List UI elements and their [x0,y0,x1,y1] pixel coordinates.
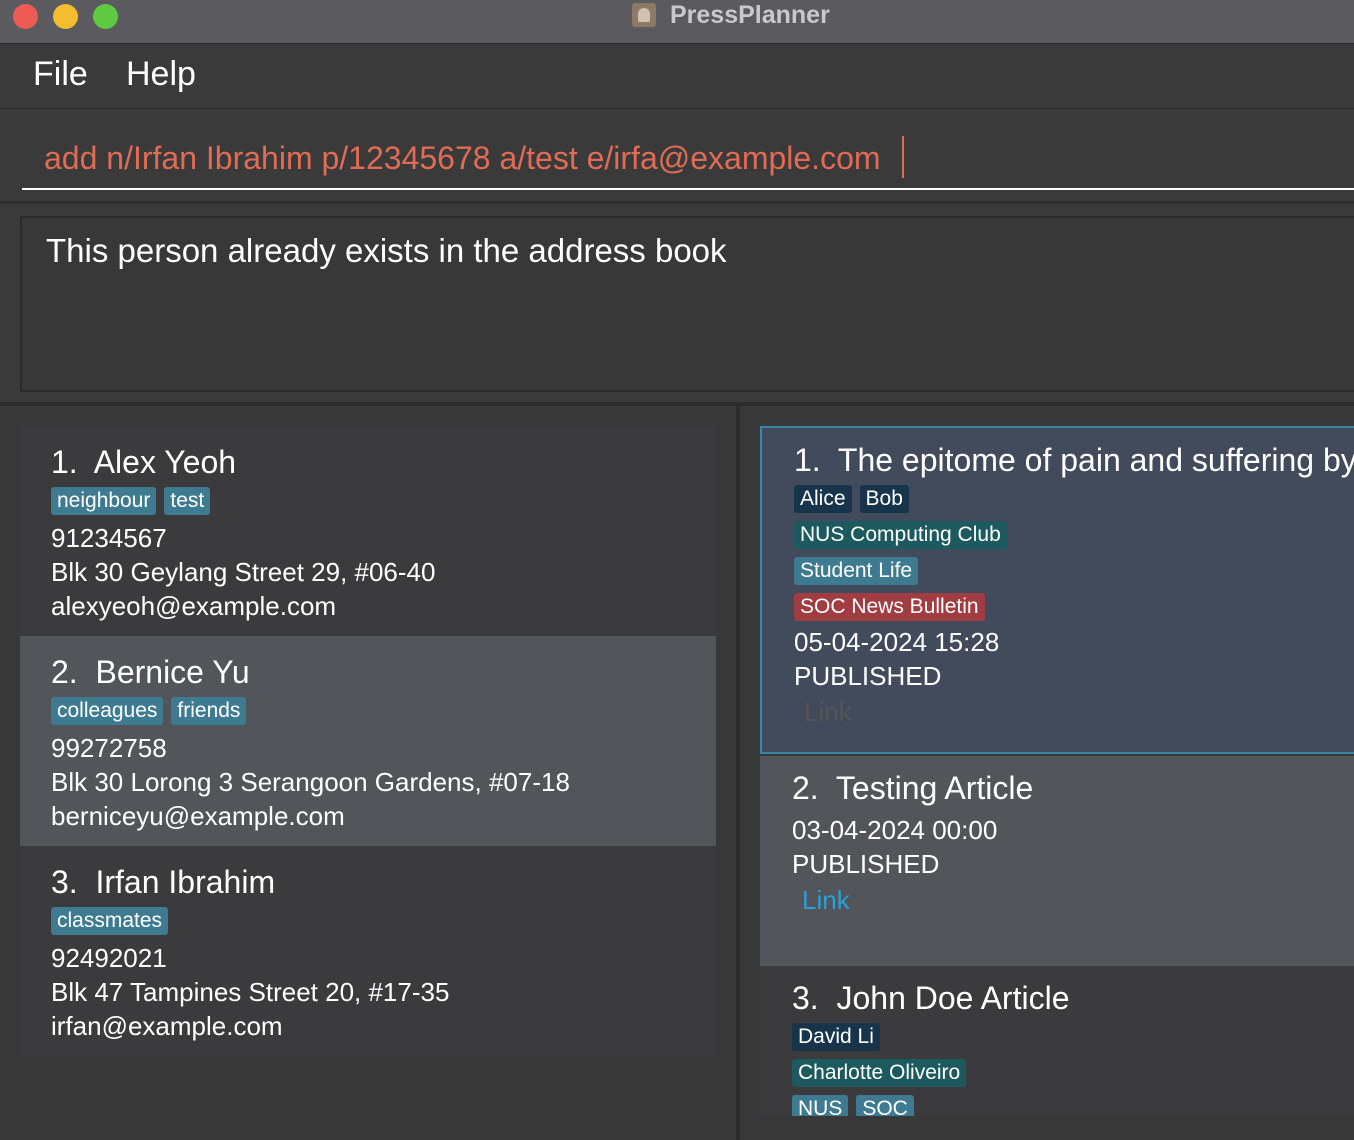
article-title: Testing Article [835,770,1034,806]
app-icon [632,3,656,27]
article-card[interactable]: 2. Testing Article 03-04-2024 00:00 PUBL… [760,756,1354,966]
article-index: 3. [792,980,819,1016]
article-status: PUBLISHED [792,849,940,879]
source-tags: Charlotte Oliveiro [792,1059,967,1087]
author-tags: David Li [792,1023,880,1051]
article-title: John Doe Article [836,980,1070,1016]
person-phone: 92492021 [51,943,167,973]
category-tags: NUS SOC [792,1095,914,1116]
author-badge: Alice [794,485,852,513]
person-email: berniceyu@example.com [51,801,345,831]
outlet-tags: SOC News Bulletin [794,593,985,621]
person-tags: classmates [51,907,716,935]
tag-badge: friends [171,697,247,725]
person-name-row: 1. Alex Yeoh [51,444,716,481]
article-card-selected[interactable]: 1. The epitome of pain and suffering by … [760,426,1354,754]
text-cursor [902,136,904,178]
person-address: Blk 30 Lorong 3 Serangoon Gardens, #07-1… [51,767,570,797]
person-name: Irfan Ibrahim [95,864,276,900]
person-tags: neighbour test [51,487,716,515]
menu-file[interactable]: File [33,55,88,94]
source-tags: NUS Computing Club [794,521,1007,549]
tag-badge: neighbour [51,487,157,515]
person-index: 2. [51,654,78,690]
article-list-panel[interactable]: 1. The epitome of pain and suffering by … [740,406,1354,1140]
person-phone: 91234567 [51,523,167,553]
outlet-badge: SOC News Bulletin [794,593,985,621]
person-card[interactable]: 2. Bernice Yu colleagues friends 9927275… [20,636,716,846]
maximize-window-button[interactable] [93,4,118,29]
article-title-row: 2. Testing Article [792,770,1354,807]
source-badge: Charlotte Oliveiro [792,1059,967,1087]
article-tags: David Li Charlotte Oliveiro NUS SOC [792,1023,1354,1116]
category-badge: SOC [856,1095,914,1116]
result-display: This person already exists in the addres… [20,216,1354,392]
article-link[interactable]: Link [804,697,1354,728]
person-name: Bernice Yu [95,654,250,690]
person-address: Blk 30 Geylang Street 29, #06-40 [51,557,436,587]
person-index: 3. [51,864,78,900]
person-email: irfan@example.com [51,1011,283,1041]
person-card[interactable]: 3. Irfan Ibrahim classmates 92492021 Blk… [20,846,716,1056]
person-phone: 99272758 [51,733,167,763]
article-title-row: 1. The epitome of pain and suffering by … [794,442,1354,479]
close-window-button[interactable] [13,4,38,29]
person-name-row: 2. Bernice Yu [51,654,716,691]
person-tags: colleagues friends [51,697,716,725]
menu-help[interactable]: Help [126,55,196,94]
article-date: 03-04-2024 00:00 [792,815,998,845]
command-input[interactable] [22,128,1354,190]
person-email: alexyeoh@example.com [51,591,337,621]
author-badge: David Li [792,1023,880,1051]
category-badge: Student Life [794,557,919,585]
command-box [0,110,1354,204]
article-title: The epitome of pain and suffering by NUS [837,442,1354,478]
tag-badge: colleagues [51,697,164,725]
person-name-row: 3. Irfan Ibrahim [51,864,716,901]
window-title: PressPlanner [670,0,830,29]
article-status: PUBLISHED [794,661,942,691]
article-title-row: 3. John Doe Article [792,980,1354,1017]
article-date: 05-04-2024 15:28 [794,627,1000,657]
category-tags: Student Life [794,557,919,585]
article-link[interactable]: Link [802,885,1354,916]
person-list-panel[interactable]: 1. Alex Yeoh neighbour test 91234567 Blk… [0,406,736,1140]
article-index: 2. [792,770,819,806]
window-titlebar: PressPlanner [0,0,1354,44]
person-address: Blk 47 Tampines Street 20, #17-35 [51,977,450,1007]
source-badge: NUS Computing Club [794,521,1007,549]
person-card[interactable]: 1. Alex Yeoh neighbour test 91234567 Blk… [20,426,716,636]
person-index: 1. [51,444,78,480]
result-message: This person already exists in the addres… [46,232,727,269]
category-badge: NUS [792,1095,849,1116]
article-card[interactable]: 3. John Doe Article David Li Charlotte O… [760,966,1354,1116]
minimize-window-button[interactable] [53,4,78,29]
person-name: Alex Yeoh [93,444,237,480]
tag-badge: test [164,487,211,515]
menu-bar: File Help [0,45,1354,109]
author-badge: Bob [859,485,909,513]
article-index: 1. [794,442,821,478]
window-title-group: PressPlanner [632,0,830,30]
author-tags: Alice Bob [794,485,909,513]
article-tags: Alice Bob NUS Computing Club Student Lif… [794,485,1354,621]
tag-badge: classmates [51,907,169,935]
